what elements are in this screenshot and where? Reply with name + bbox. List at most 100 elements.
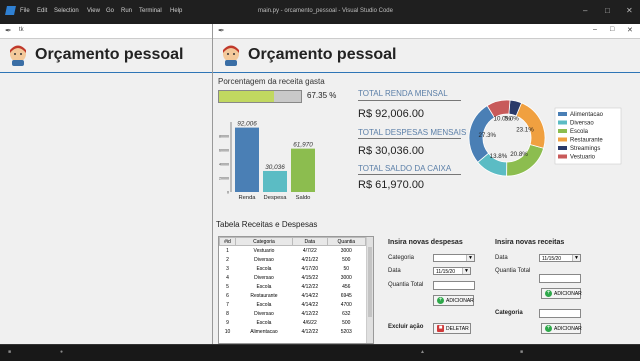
- legend-label: Streamings: [570, 146, 600, 152]
- table-title: Tabela Receitas e Despesas: [216, 220, 318, 229]
- table-cell: 6: [226, 292, 229, 299]
- menu-terminal[interactable]: Terminal: [139, 8, 162, 14]
- maximize-icon[interactable]: □: [610, 26, 614, 33]
- table-cell: 1: [226, 247, 229, 254]
- menu-file[interactable]: File: [20, 8, 30, 14]
- legend-label: Diversao: [570, 121, 594, 127]
- avatar-icon: [223, 45, 239, 66]
- table-cell: Alimentacao: [250, 328, 278, 335]
- close-icon[interactable]: ✕: [626, 6, 633, 15]
- column-header[interactable]: Quantia: [326, 237, 367, 246]
- legend-swatch: [558, 146, 567, 150]
- table-cell: Escola: [256, 319, 272, 326]
- add-expense-button[interactable]: + ADICIONAR: [433, 295, 474, 306]
- delete-action-label: Excluir ação: [388, 324, 424, 330]
- menu-selection[interactable]: Selection: [54, 8, 79, 14]
- income-date-label: Data: [495, 255, 508, 261]
- taskbar-icon[interactable]: ●: [60, 349, 63, 355]
- menu-view[interactable]: View: [87, 8, 100, 14]
- donut-chart: 27.3%13.8% 20.8%23.1%5.0%10.0%Alimentacao…: [468, 99, 622, 177]
- expense-amount-label: Quantia Total: [388, 282, 424, 288]
- table-row[interactable]: 8 Diversao 4/12/22 632: [220, 309, 366, 318]
- stat-renda-value: R$ 92,006.00: [358, 108, 425, 120]
- slice-escola: [506, 143, 545, 177]
- menu-run[interactable]: Run: [121, 8, 132, 14]
- table-cell: 10: [224, 328, 231, 335]
- taskbar-icon[interactable]: ■: [8, 349, 11, 355]
- stat-saldo-value: R$ 61,970.00: [358, 179, 425, 191]
- table-cell: 9: [226, 319, 229, 326]
- menu-help[interactable]: Help: [170, 8, 182, 14]
- scrollbar[interactable]: [366, 237, 373, 343]
- income-category-input[interactable]: [539, 309, 581, 318]
- close-icon[interactable]: ✕: [627, 26, 633, 34]
- legend-label: Escola: [570, 129, 589, 135]
- table-row[interactable]: 5 Escola 4/12/22 456: [220, 282, 366, 291]
- table-cell: 3000: [340, 247, 352, 254]
- delete-button[interactable]: ■ DELETAR: [433, 323, 471, 334]
- income-amount-input[interactable]: [539, 274, 581, 283]
- column-header[interactable]: Data: [291, 237, 328, 246]
- chevron-down-icon: ▼: [466, 255, 474, 261]
- data-table: #id Categoria Data Quantia 1 Vestuario 4/7/22…: [218, 236, 374, 344]
- taskbar: ■ ● ▲ ■: [0, 344, 640, 361]
- table-cell: 3000: [340, 274, 352, 281]
- y-tick-label: 60000: [219, 149, 229, 153]
- taskbar-icon[interactable]: ▲: [420, 349, 425, 355]
- bar-chart: 80000 60000 40000 20000 0 92,006 Renda 30,036 De…: [219, 121, 315, 201]
- feather-icon: ✒: [5, 26, 12, 35]
- table-cell: 632: [342, 310, 351, 317]
- legend-swatch: [558, 120, 567, 125]
- divider: [358, 138, 461, 139]
- table-cell: 4/7/22: [302, 247, 317, 254]
- menu-edit[interactable]: Edit: [37, 8, 47, 14]
- table-row[interactable]: 6 Restaurante 4/14/22 6945: [220, 291, 366, 300]
- app-title: Orçamento pessoal: [248, 46, 397, 63]
- app-title: Orçamento pessoal: [35, 46, 184, 63]
- table-cell: 4/14/22: [301, 292, 319, 299]
- table-row[interactable]: 2 Diversao 4/21/22 500: [220, 255, 366, 264]
- feather-icon: ✒: [218, 26, 225, 35]
- legend-label: Restaurante: [570, 138, 603, 144]
- table-row[interactable]: 3 Escola 4/17/20 50: [220, 264, 366, 273]
- table-row[interactable]: 1 Vestuario 4/7/22 3000: [220, 246, 366, 256]
- add-expense-label: ADICIONAR: [446, 298, 474, 304]
- bar-renda: [235, 127, 259, 192]
- income-category-label: Categoria: [495, 310, 523, 316]
- income-amount-label: Quantia Total: [495, 268, 531, 274]
- divider: [358, 174, 461, 175]
- scrollbar-thumb[interactable]: [368, 247, 372, 317]
- column-header[interactable]: #id: [219, 237, 236, 246]
- income-form-title: Insira novas receitas: [495, 239, 565, 246]
- table-header-row: #id Categoria Data Quantia: [219, 237, 367, 246]
- minimize-icon[interactable]: –: [583, 6, 587, 15]
- income-date-picker[interactable]: 11/15/20 ▼: [539, 254, 581, 262]
- legend-swatch: [558, 129, 567, 133]
- minimize-icon[interactable]: –: [593, 26, 597, 33]
- column-header[interactable]: Categoria: [234, 237, 293, 246]
- divider: [358, 100, 461, 101]
- x-tick-label: Renda: [238, 195, 256, 201]
- table-row[interactable]: 7 Escola 4/14/22 4700: [220, 300, 366, 309]
- add-income-button[interactable]: + ADICIONAR: [541, 288, 582, 299]
- expense-amount-input[interactable]: [433, 281, 475, 290]
- table-row[interactable]: 9 Escola 4/6/22 500: [220, 318, 366, 327]
- maximize-icon[interactable]: □: [605, 6, 610, 15]
- taskbar-icon[interactable]: ■: [520, 349, 523, 355]
- table-row[interactable]: 4 Diversao 4/15/22 3000: [220, 273, 366, 282]
- table-cell: 5203: [340, 328, 352, 335]
- table-cell: 4/14/22: [301, 301, 319, 308]
- table-row[interactable]: 10 Alimentacao 4/12/22 5203: [220, 327, 366, 336]
- x-tick-label: Saldo: [296, 195, 311, 201]
- legend-label: Vestuario: [570, 155, 596, 161]
- slice-value-label: 10.0%: [494, 116, 512, 123]
- chevron-down-icon: ▼: [572, 255, 580, 261]
- table-cell: Escola: [256, 301, 272, 308]
- add-category-label: ADICIONAR: [554, 326, 582, 332]
- menu-go[interactable]: Go: [106, 8, 114, 14]
- table-cell: 5: [226, 283, 229, 290]
- expense-date-picker[interactable]: 11/15/20 ▼: [433, 267, 471, 275]
- add-category-button[interactable]: + ADICIONAR: [541, 323, 582, 334]
- expense-category-select[interactable]: ▼: [433, 254, 475, 262]
- app-header: Orçamento pessoal: [213, 39, 640, 73]
